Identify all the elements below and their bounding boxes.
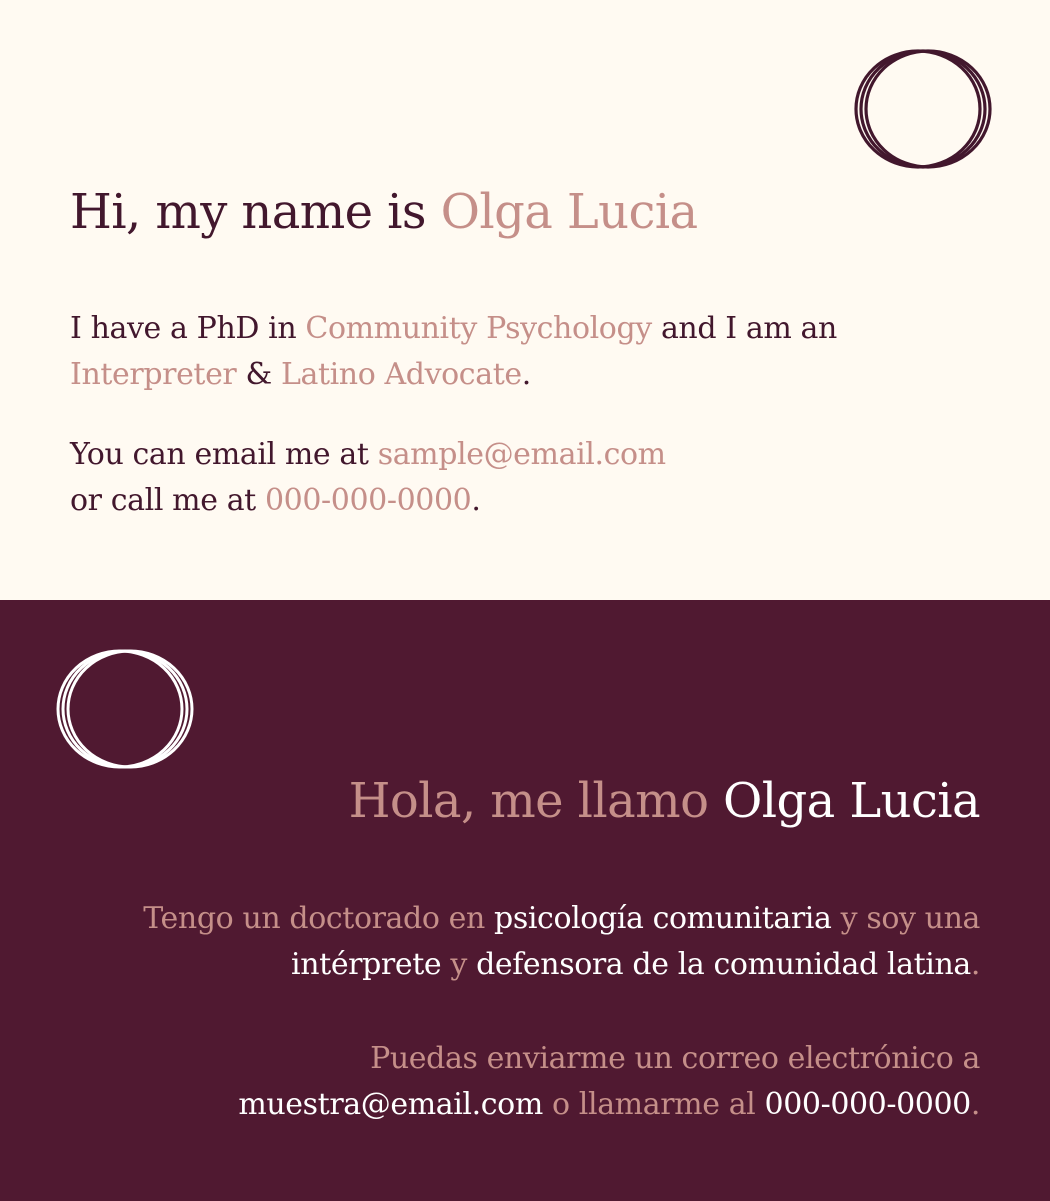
bio-text: and I am an — [651, 311, 837, 346]
email-label: Puedas enviarme un correo electrónico a — [370, 1041, 980, 1076]
phone-label: o llamarme al — [542, 1087, 765, 1122]
bio-punctuation: . — [970, 947, 981, 982]
bio-connector: & — [236, 357, 281, 392]
english-contact-card: Hi, my name is Olga Lucia I have a PhD i… — [0, 0, 1050, 600]
specialty-text: Community Psychology — [305, 311, 652, 346]
concentric-rings-icon — [848, 47, 998, 172]
greeting-prefix: Hola, me llamo — [348, 773, 724, 829]
email-address[interactable]: muestra@email.com — [238, 1087, 543, 1122]
spanish-contact-card: Hola, me llamo Olga Lucia Tengo un docto… — [0, 600, 1050, 1201]
phone-label: or call me at — [70, 483, 265, 518]
bio-text: Tengo un doctorado en — [143, 901, 495, 936]
phone-number[interactable]: 000-000-0000 — [765, 1087, 972, 1122]
spanish-bio: Tengo un doctorado en psicología comunit… — [143, 896, 980, 988]
person-name: Olga Lucia — [723, 773, 981, 829]
english-contact-info: You can email me at sample@email.com or … — [70, 432, 666, 524]
spanish-contact-info: Puedas enviarme un correo electrónico a … — [238, 1036, 980, 1128]
email-label: You can email me at — [70, 437, 378, 472]
email-address[interactable]: sample@email.com — [378, 437, 666, 472]
english-bio: I have a PhD in Community Psychology and… — [70, 306, 837, 398]
bio-punctuation: . — [521, 357, 532, 392]
contact-punctuation: . — [471, 483, 481, 518]
role-text: intérprete — [291, 947, 442, 982]
concentric-rings-icon — [50, 647, 200, 772]
role-text: Interpreter — [70, 357, 237, 392]
bio-connector: y — [441, 947, 477, 982]
specialty-text: psicología comunitaria — [494, 901, 832, 936]
bio-text: I have a PhD in — [70, 311, 306, 346]
role-text: defensora de la comunidad latina — [476, 947, 971, 982]
spanish-greeting-heading: Hola, me llamo Olga Lucia — [348, 773, 981, 829]
contact-punctuation: . — [970, 1087, 981, 1122]
person-name: Olga Lucia — [440, 184, 699, 240]
english-greeting-heading: Hi, my name is Olga Lucia — [70, 184, 698, 240]
role-text: Latino Advocate — [280, 357, 522, 392]
bio-text: y soy una — [831, 901, 981, 936]
greeting-prefix: Hi, my name is — [70, 184, 441, 240]
phone-number[interactable]: 000-000-0000 — [265, 483, 472, 518]
